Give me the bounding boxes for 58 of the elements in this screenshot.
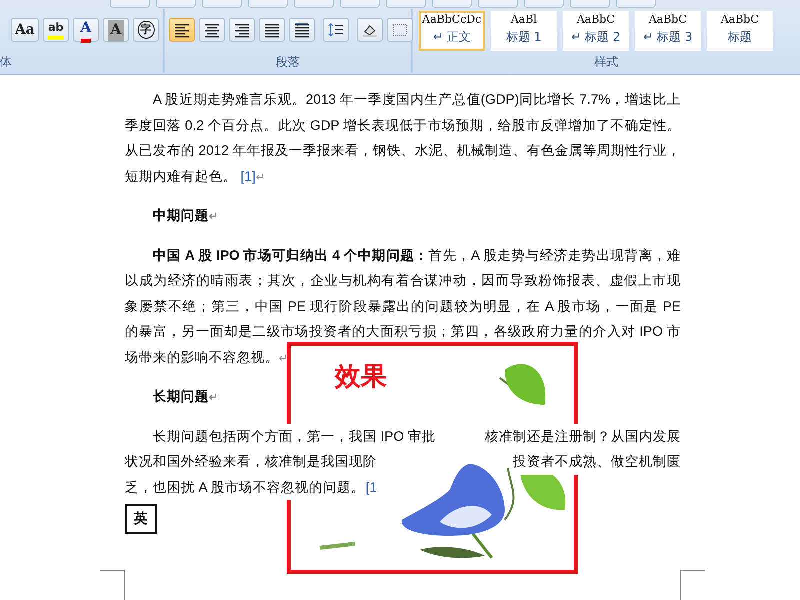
- section-heading: 中期问题↵: [153, 208, 218, 223]
- ribbon-button[interactable]: [340, 0, 380, 8]
- ribbon-button[interactable]: [524, 0, 564, 8]
- align-center-icon: [204, 22, 220, 38]
- style-item[interactable]: AaBbCcDc ↵ 正文: [419, 11, 485, 51]
- paragraph-text: 长期问题包括两个方面，第一，我国 IPO 审批: [153, 424, 436, 449]
- font-color-button[interactable]: A: [73, 18, 99, 42]
- justify-button[interactable]: [259, 18, 285, 42]
- borders-icon: [392, 22, 408, 38]
- shading-icon: [362, 22, 378, 38]
- leaf-drawing: [505, 364, 546, 405]
- ribbon-button[interactable]: [432, 0, 472, 8]
- crop-mark: [680, 570, 705, 600]
- paragraph-text: 中国 A 股 IPO 市场可归纳出 4 个中期问题：首先，A 股走势与经济走势出现背离，难以成为经济的晴雨表；其次，企业与机构有着合谋冲动，因而导致粉饰报表、虚假上市现象屡禁不绝；第三，中国 PE 现行阶段暴露出的问题较为明显，在 A 股市场，一面是 PE 的暴富，另一面却是二级市场投资者的大面积亏损；第四，各级政府力量的介入对 IPO 市场带来的影响不容忽视。↵: [125, 246, 681, 364]
- character-shading-button[interactable]: A: [103, 18, 129, 42]
- style-item[interactable]: AaBbC ↵ 标题 3: [635, 11, 701, 51]
- paragraph-text: A 股近期走势难言乐观。2013 年一季度国内生产总值(GDP)同比增长 7.7%，增速比上季度回落 0.2 个百分点。此次 GDP 增长表现低于市场预期，给股市反弹增加了不确定性。从已发布的 2012 年年报及一季报来看，钢铁、水泥、机械制造、有色金属等周期性行业，短期内难有起色。 [1]↵: [125, 91, 681, 186]
- align-left-icon: [174, 22, 190, 38]
- stem-drawing: [320, 542, 356, 550]
- ribbon-button[interactable]: [570, 0, 610, 8]
- crop-mark: [100, 570, 125, 600]
- paragraph-text: 核准制还是注册制？从国内发展: [485, 424, 681, 449]
- ribbon-button[interactable]: [478, 0, 518, 8]
- ribbon-button[interactable]: [156, 0, 196, 8]
- style-item[interactable]: AaBl 标题 1: [491, 11, 557, 51]
- group-label: 样式: [594, 54, 620, 71]
- style-item[interactable]: AaBbC 标题: [707, 11, 773, 51]
- change-case-button[interactable]: Aa: [11, 18, 39, 42]
- line-spacing-button[interactable]: [323, 18, 349, 42]
- ribbon-button[interactable]: [248, 0, 288, 8]
- enclose-character-button[interactable]: 字: [133, 18, 159, 42]
- align-right-button[interactable]: [229, 18, 255, 42]
- ribbon-button[interactable]: [386, 0, 426, 8]
- style-item[interactable]: AaBbC ↵ 标题 2: [563, 11, 629, 51]
- ribbon-button[interactable]: [616, 0, 656, 8]
- distribute-button[interactable]: [289, 18, 315, 42]
- enclosed-character: 英: [125, 504, 157, 534]
- paragraph-text: 状况和国外经验来看，核准制是我国现阶: [125, 449, 377, 474]
- ribbon-button[interactable]: [202, 0, 242, 8]
- distribute-icon: [294, 22, 310, 38]
- ribbon-button[interactable]: [110, 0, 150, 8]
- align-right-icon: [234, 22, 250, 38]
- paragraph-text: 投资者不成熟、做空机制匮: [513, 449, 681, 474]
- line-spacing-icon: [328, 22, 344, 38]
- group-label: 段落: [275, 54, 301, 71]
- shading-button[interactable]: [357, 18, 383, 42]
- align-left-button[interactable]: [169, 18, 195, 42]
- reference-link[interactable]: [1]: [240, 168, 256, 184]
- ribbon-button[interactable]: [294, 0, 334, 8]
- highlight-button[interactable]: ab: [43, 18, 69, 42]
- align-center-button[interactable]: [199, 18, 225, 42]
- bud-drawing: [420, 547, 485, 558]
- section-heading: 长期问题↵: [153, 389, 218, 404]
- borders-button[interactable]: [387, 18, 413, 42]
- vine-drawing: [504, 468, 515, 521]
- justify-icon: [264, 22, 280, 38]
- picture-caption: 效果: [335, 362, 387, 392]
- group-label: 体: [0, 54, 13, 71]
